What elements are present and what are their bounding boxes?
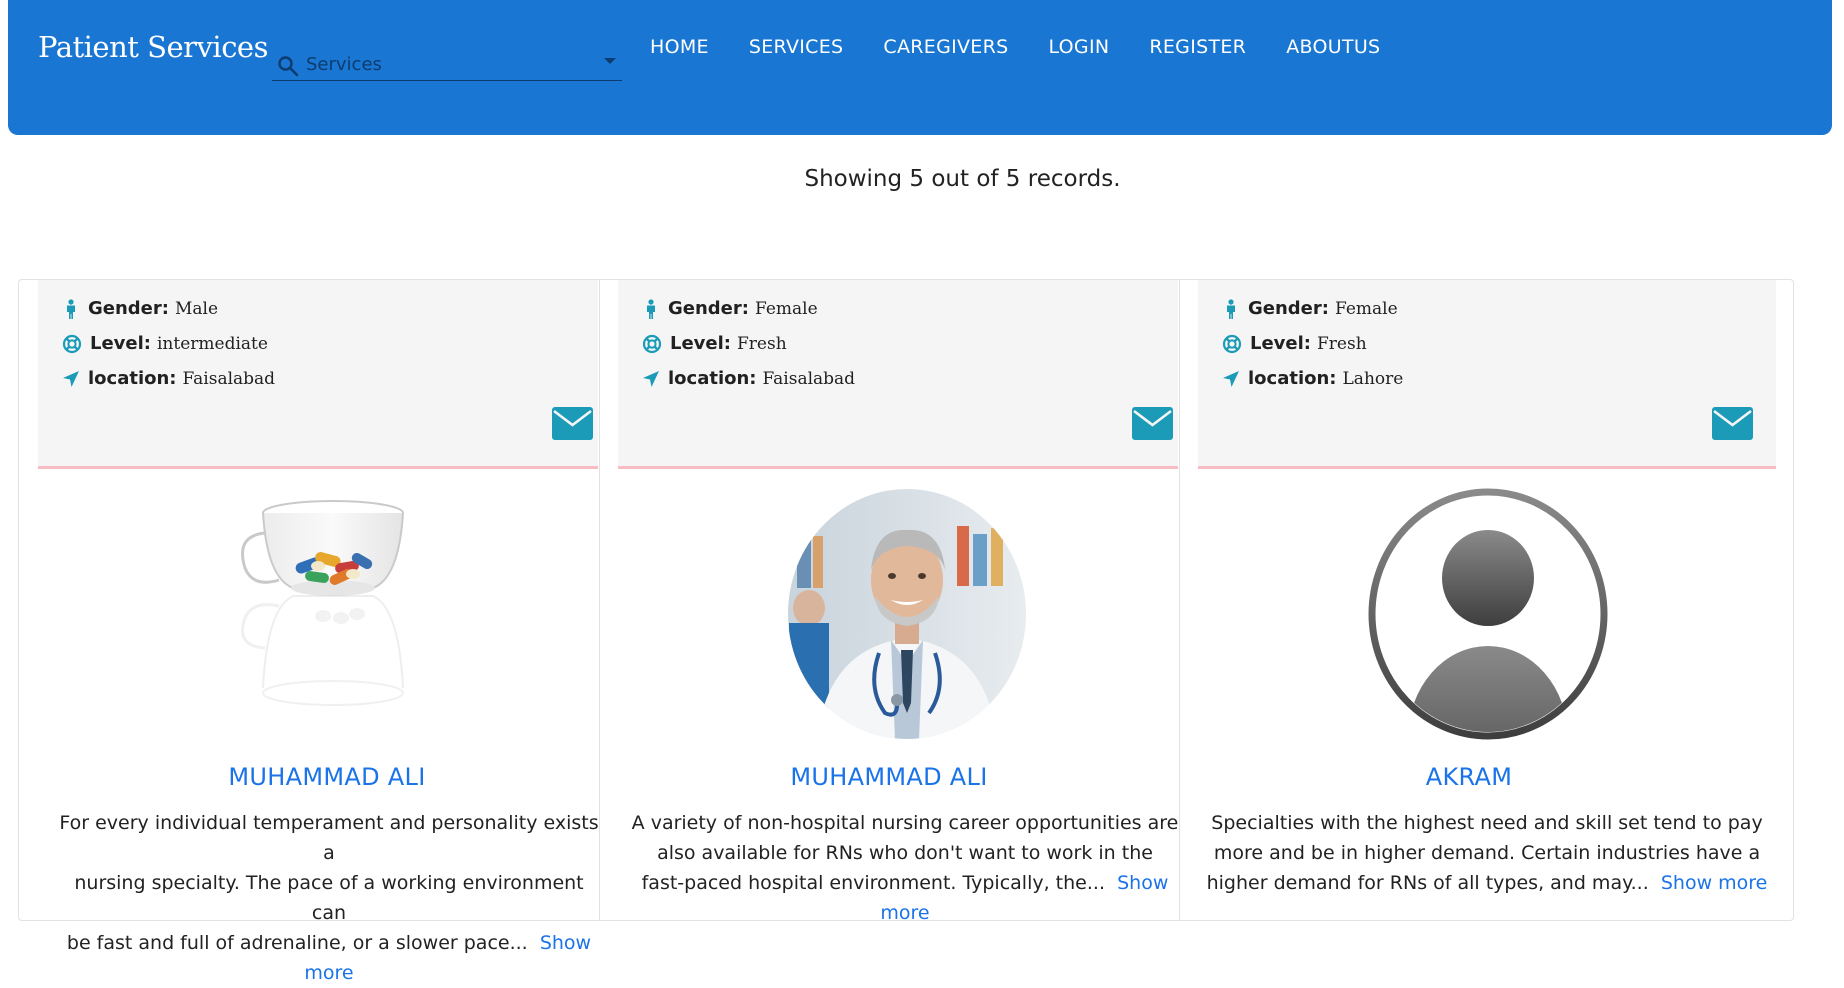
services-search-input[interactable] bbox=[306, 50, 596, 78]
location-arrow-icon bbox=[1223, 370, 1239, 387]
location-row: location: Faisalabad bbox=[642, 368, 855, 389]
nav-aboutus[interactable]: ABOUTUS bbox=[1286, 36, 1380, 58]
show-more-link[interactable]: Show more bbox=[1661, 872, 1768, 894]
navbar: Patient Services HOME SERVICES CAREGIVER… bbox=[8, 0, 1832, 135]
card-info-panel: Gender: Female Level: Fresh location: Lahor… bbox=[1198, 280, 1776, 469]
gender-row: Gender: Female bbox=[642, 298, 818, 319]
gender-row: Gender: Male bbox=[62, 298, 218, 319]
gender-value: Female bbox=[754, 298, 818, 319]
caregiver-card: Gender: Male Level: intermediate location:… bbox=[19, 280, 600, 984]
records-count: Showing 5 out of 5 records. bbox=[804, 166, 1121, 192]
envelope-icon[interactable] bbox=[1132, 407, 1173, 440]
caregiver-description: A variety of non-hospital nursing career… bbox=[631, 812, 1179, 924]
nav-login[interactable]: LOGIN bbox=[1048, 36, 1109, 58]
services-search[interactable] bbox=[272, 48, 622, 81]
default-avatar-icon bbox=[1368, 488, 1608, 740]
location-value: Lahore bbox=[1342, 368, 1404, 389]
nav-register[interactable]: REGISTER bbox=[1149, 36, 1246, 58]
level-value: Fresh bbox=[737, 333, 787, 354]
envelope-icon[interactable] bbox=[552, 407, 593, 440]
caregiver-name[interactable]: MUHAMMAD ALI bbox=[37, 763, 617, 791]
person-icon bbox=[1227, 298, 1235, 319]
level-row: Level: Fresh bbox=[642, 333, 787, 354]
nav-home[interactable]: HOME bbox=[650, 36, 709, 58]
level-row: Level: Fresh bbox=[1222, 333, 1367, 354]
caregiver-card: Gender: Female Level: Fresh location: Lahor… bbox=[1179, 280, 1776, 920]
gender-row: Gender: Female bbox=[1222, 298, 1398, 319]
location-row: location: Lahore bbox=[1222, 368, 1403, 389]
doctor-photo bbox=[788, 489, 1026, 739]
level-value: intermediate bbox=[157, 333, 268, 354]
person-icon bbox=[67, 298, 75, 319]
brand-title[interactable]: Patient Services bbox=[38, 30, 268, 64]
dropdown-arrow-icon[interactable] bbox=[604, 58, 616, 64]
location-row: location: Faisalabad bbox=[62, 368, 275, 389]
nav-links: HOME SERVICES CAREGIVERS LOGIN REGISTER … bbox=[650, 36, 1420, 58]
envelope-icon[interactable] bbox=[1712, 407, 1753, 440]
life-ring-icon bbox=[642, 334, 662, 353]
nav-services[interactable]: SERVICES bbox=[749, 36, 844, 58]
caregiver-cards: Gender: Male Level: intermediate location:… bbox=[18, 279, 1794, 984]
level-value: Fresh bbox=[1317, 333, 1367, 354]
caregiver-description: Specialties with the highest need and sk… bbox=[1206, 812, 1768, 894]
location-arrow-icon bbox=[643, 370, 659, 387]
gender-value: Female bbox=[1334, 298, 1398, 319]
gender-value: Male bbox=[174, 298, 219, 319]
location-arrow-icon bbox=[63, 370, 79, 387]
nav-caregivers[interactable]: CAREGIVERS bbox=[883, 36, 1008, 58]
person-icon bbox=[647, 298, 655, 319]
life-ring-icon bbox=[1222, 334, 1242, 353]
pills-cup-image bbox=[241, 500, 404, 706]
caregiver-card: Gender: Female Level: Fresh location: Faisa… bbox=[599, 280, 1180, 924]
caregiver-name[interactable]: AKRAM bbox=[1179, 763, 1759, 791]
caregiver-description: For every individual temperament and per… bbox=[59, 812, 599, 984]
search-icon bbox=[278, 56, 299, 77]
location-value: Faisalabad bbox=[182, 368, 276, 389]
card-info-panel: Gender: Male Level: intermediate location:… bbox=[38, 280, 598, 469]
caregiver-name[interactable]: MUHAMMAD ALI bbox=[599, 763, 1179, 791]
location-value: Faisalabad bbox=[762, 368, 856, 389]
card-info-panel: Gender: Female Level: Fresh location: Faisa… bbox=[618, 280, 1178, 469]
level-row: Level: intermediate bbox=[62, 333, 268, 354]
life-ring-icon bbox=[62, 334, 82, 353]
